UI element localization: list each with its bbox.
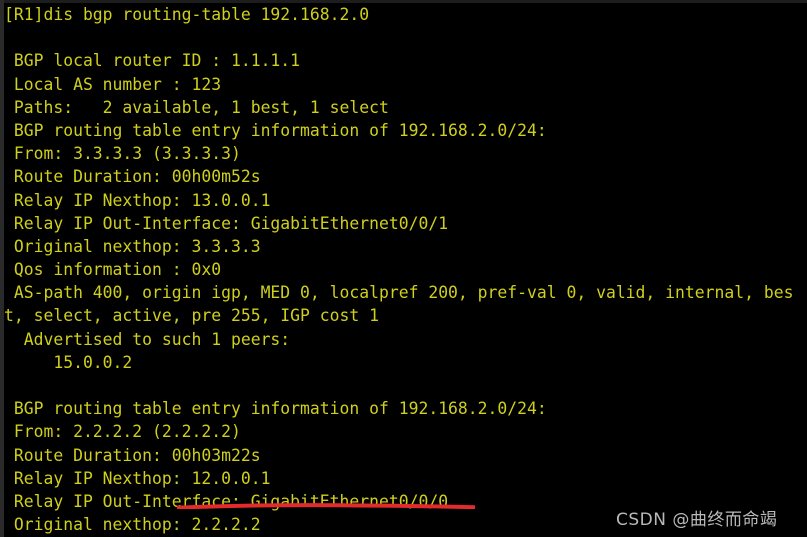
terminal-line: Relay IP Nexthop: 13.0.0.1: [4, 190, 271, 210]
terminal-line: BGP routing table entry information of 1…: [4, 399, 547, 419]
terminal-line: BGP routing table entry information of 1…: [4, 120, 547, 140]
terminal-output[interactable]: [R1]dis bgp routing-table 192.168.2.0 BG…: [4, 3, 807, 537]
terminal-line: 15.0.0.2: [4, 352, 133, 372]
terminal-line: Original nexthop: 3.3.3.3: [4, 236, 261, 256]
terminal-line: Local AS number : 123: [4, 74, 222, 94]
terminal-line: Relay IP Nexthop: 12.0.0.1: [4, 468, 271, 488]
terminal-screenshot: [R1]dis bgp routing-table 192.168.2.0 BG…: [0, 0, 807, 537]
terminal-line: t, select, active, pre 255, IGP cost 1: [4, 306, 379, 326]
terminal-line: Route Duration: 00h00m52s: [4, 167, 261, 187]
terminal-line: From: 3.3.3.3 (3.3.3.3): [4, 144, 241, 164]
terminal-line: AS-path 400, origin igp, MED 0, localpre…: [4, 283, 794, 303]
terminal-line: From: 2.2.2.2 (2.2.2.2): [4, 422, 241, 442]
terminal-line: Relay IP Out-Interface: GigabitEthernet0…: [4, 213, 449, 233]
terminal-line: Advertised to such 1 peers:: [4, 329, 291, 349]
terminal-line: Qos information : 0x0: [4, 260, 222, 280]
terminal-line: Paths: 2 available, 1 best, 1 select: [4, 97, 389, 117]
terminal-line: BGP local router ID : 1.1.1.1: [4, 51, 301, 71]
terminal-line: Route Duration: 00h03m22s: [4, 445, 261, 465]
terminal-line: [R1]dis bgp routing-table 192.168.2.0: [4, 5, 370, 24]
csdn-watermark: CSDN @曲终而命竭: [616, 510, 778, 530]
